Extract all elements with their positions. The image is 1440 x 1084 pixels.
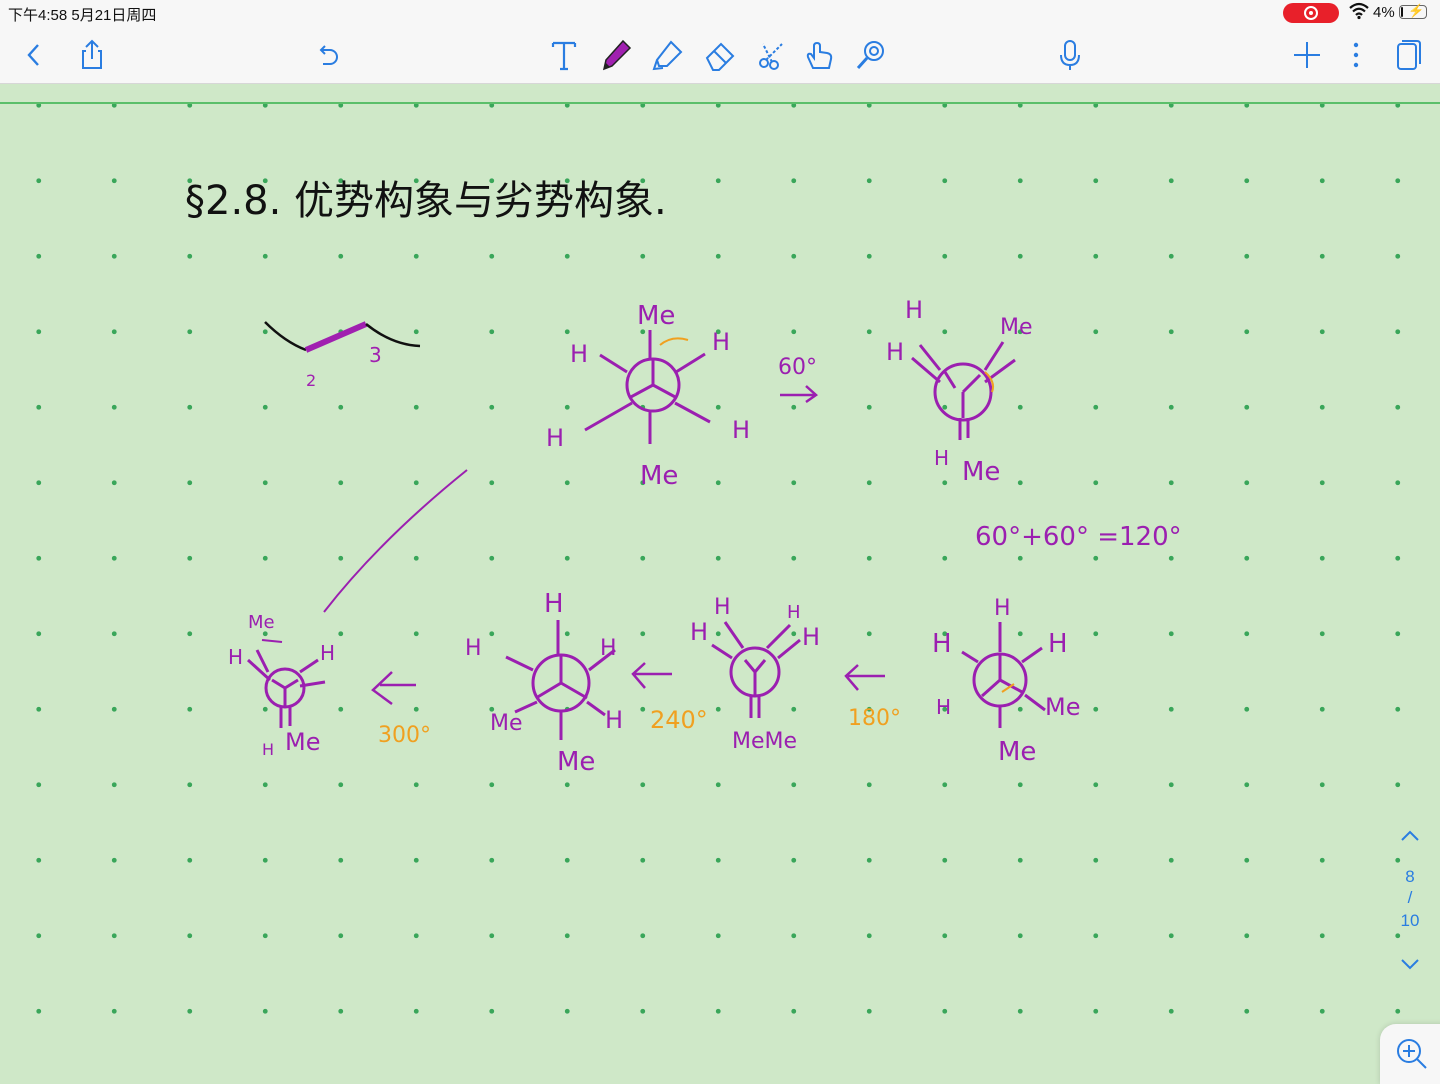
current-page-number: 8 [1405, 867, 1415, 886]
newman4-left-label: H [690, 618, 708, 646]
newman6-left-label: H [228, 645, 243, 669]
newman6-right-label: H [320, 641, 335, 665]
newman1-lower-right-label: H [732, 416, 750, 444]
newman3-right-label: H [1048, 629, 1068, 659]
newman-projection-1: Me H H H H Me [546, 301, 750, 491]
newman4-top-left-label: H [714, 595, 731, 620]
rotation-arrow-240: 240° [631, 662, 708, 734]
newman5-top-label: H [544, 589, 564, 619]
newman5-left-label: H [465, 636, 482, 661]
newman-projection-5: H H H Me H Me [465, 589, 623, 777]
handwriting-layer: §2.8. 优势构象与劣势构象. 2 3 Me H H H H Me 60° H… [185, 178, 1182, 777]
newman5-lower-left-label: Me [490, 711, 523, 736]
newman6-bottom-label: Me [285, 728, 320, 756]
bond-label-2: 2 [306, 371, 316, 390]
newman5-lower-right-label: H [605, 706, 623, 734]
connector-stroke [323, 469, 468, 613]
newman2-left-label: H [886, 338, 904, 366]
newman1-left-label: H [570, 340, 588, 368]
chevron-down-icon [1401, 959, 1419, 970]
butane-sketch: 2 3 [264, 321, 421, 390]
page-navigator: 8 / 10 [1388, 820, 1432, 980]
newman3-bottom-label: Me [998, 737, 1036, 767]
newman6-top-label: Me [248, 612, 275, 633]
newman2-bottom-left-label: H [934, 446, 949, 470]
newman-projection-4: H H H H MeMe [690, 595, 820, 754]
newman1-right-label: H [712, 328, 730, 356]
newman3-top-label: H [994, 596, 1011, 621]
newman-projection-6: Me H H H Me [228, 612, 335, 759]
newman4-right-label: H [802, 623, 820, 651]
chevron-up-icon [1401, 830, 1419, 841]
newman3-lower-left-label: H [936, 695, 951, 719]
newman5-right-label: H [600, 636, 617, 661]
newman4-top-right-label: H [787, 602, 801, 623]
newman-projection-3: H H H H Me Me [932, 596, 1080, 767]
rotation-arrow-180: 180° [844, 664, 901, 731]
note-heading: §2.8. 优势构象与劣势构象. [185, 178, 667, 224]
page-separator: / [1407, 888, 1413, 907]
total-pages: 10 [1400, 911, 1420, 930]
newman1-bottom-label: Me [640, 461, 678, 491]
newman2-top-right-label: Me [1000, 315, 1033, 340]
rotation-label-240: 240° [650, 706, 708, 734]
rotation-arrow-300: 300° [371, 671, 431, 748]
bond-label-3: 3 [369, 343, 382, 367]
newman3-lower-right-label: Me [1045, 693, 1080, 721]
newman-projection-2: H Me H H Me [886, 296, 1033, 487]
rotation-label-60: 60° [778, 355, 817, 380]
newman2-bottom-label: Me [962, 457, 1000, 487]
newman2-top-label: H [905, 296, 923, 324]
newman6-bottom-left-label: H [262, 740, 274, 759]
previous-page-button[interactable] [1388, 820, 1432, 850]
rotation-label-300: 300° [378, 723, 431, 748]
newman1-top-label: Me [637, 301, 675, 331]
newman5-bottom-label: Me [557, 747, 595, 777]
rotation-label-180: 180° [848, 706, 901, 731]
zoom-in-icon [1397, 1039, 1427, 1069]
newman1-lower-left-label: H [546, 424, 564, 452]
next-page-button[interactable] [1388, 950, 1432, 980]
angle-sum-equation: 60°+60° =120° [975, 522, 1182, 552]
newman3-left-label: H [932, 629, 952, 659]
newman4-bottom-label: MeMe [732, 729, 797, 754]
rotation-arrow-60: 60° [778, 355, 819, 404]
zoom-button[interactable] [1380, 1024, 1440, 1084]
